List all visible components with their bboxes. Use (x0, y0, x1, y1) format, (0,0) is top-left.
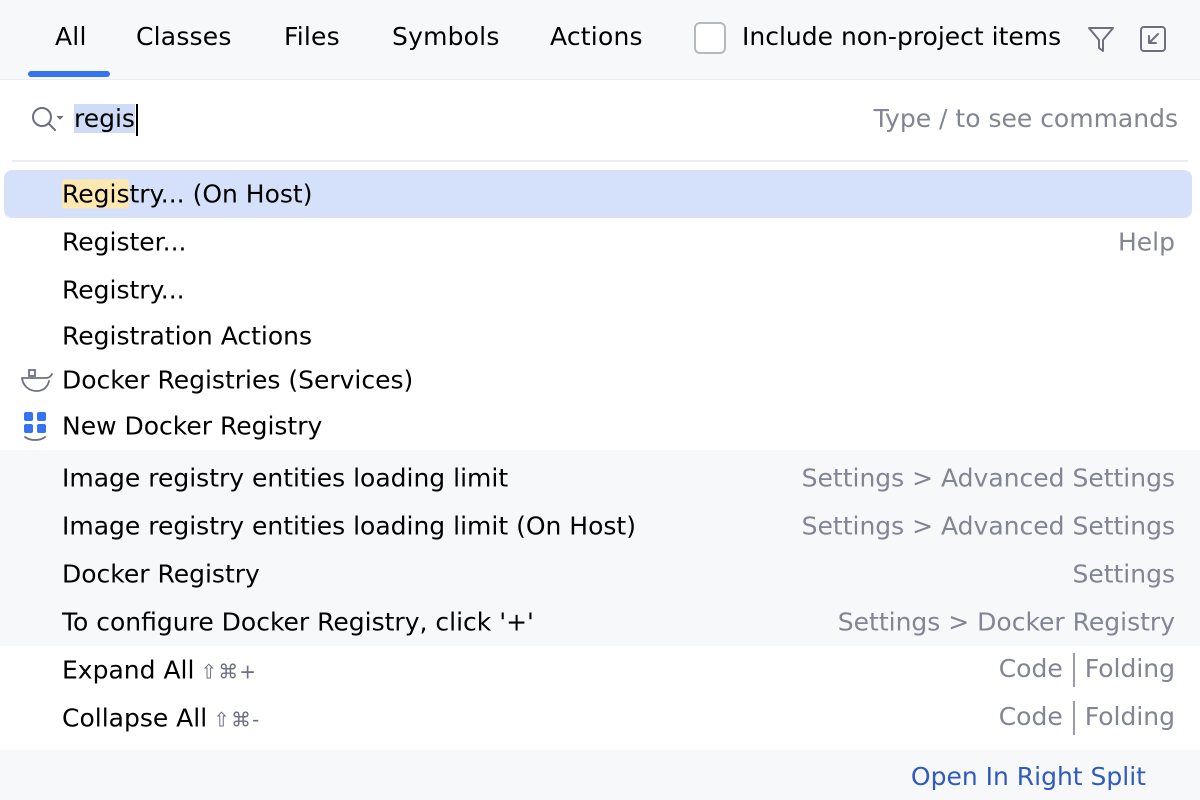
result-category: Help (1118, 227, 1175, 257)
active-tab-indicator (28, 71, 110, 77)
result-label: Registration Actions (62, 321, 313, 351)
search-query-text: regis (74, 104, 135, 133)
list-item[interactable]: Docker Registry Settings (0, 550, 1200, 598)
tab-classes[interactable]: Classes (136, 22, 232, 56)
popup-footer: Open In Right Split (0, 750, 1200, 800)
result-location: Settings > Docker Registry (837, 607, 1175, 637)
result-label: Register... (62, 227, 187, 257)
result-label: New Docker Registry (62, 411, 323, 441)
list-item[interactable]: Register... Help (0, 218, 1200, 266)
result-label: Collapse All ⇧⌘- (62, 703, 261, 733)
result-location: Settings > Advanced Settings (801, 463, 1175, 493)
list-item[interactable]: Registration Actions (0, 314, 1200, 358)
text-caret (135, 104, 138, 136)
result-label: Registry... (On Host) (62, 179, 313, 209)
result-label: Image registry entities loading limit (62, 463, 509, 493)
open-in-right-split-link[interactable]: Open In Right Split (911, 762, 1146, 791)
list-item[interactable]: Collapse All ⇧⌘- Code Folding (0, 694, 1200, 742)
result-location: Code Folding (999, 653, 1175, 687)
tab-actions[interactable]: Actions (550, 22, 643, 56)
result-label: Docker Registry (62, 559, 260, 589)
keyboard-shortcut: ⇧⌘+ (200, 659, 257, 684)
result-label: To configure Docker Registry, click '+' (62, 607, 534, 637)
result-location: Code Folding (999, 701, 1175, 735)
search-hint: Type / to see commands (873, 104, 1178, 133)
tab-all[interactable]: All (55, 22, 87, 56)
separator (1072, 653, 1075, 687)
result-label: Image registry entities loading limit (O… (62, 511, 636, 541)
tab-symbols[interactable]: Symbols (392, 22, 500, 56)
keyboard-shortcut: ⇧⌘- (213, 707, 261, 732)
search-everywhere-tabbar: All Classes Files Symbols Actions Includ… (0, 0, 1200, 80)
separator (1072, 701, 1075, 735)
tab-files[interactable]: Files (284, 22, 340, 56)
result-location: Settings (1072, 559, 1175, 589)
list-item[interactable]: Image registry entities loading limit Se… (0, 454, 1200, 502)
include-non-project-checkbox[interactable] (694, 22, 726, 54)
result-label: Expand All ⇧⌘+ (62, 655, 257, 685)
result-label: Docker Registries (Services) (62, 365, 414, 395)
collapse-window-icon[interactable] (1138, 22, 1168, 56)
new-registry-icon (20, 410, 52, 442)
list-item[interactable]: Expand All ⇧⌘+ Code Folding (0, 646, 1200, 694)
list-item[interactable]: New Docker Registry (0, 402, 1200, 450)
result-location: Settings > Advanced Settings (801, 511, 1175, 541)
result-label: Registry... (62, 275, 185, 305)
include-non-project-label[interactable]: Include non-project items (742, 22, 1061, 51)
results-list: Registry... (On Host) Register... Help R… (0, 170, 1200, 742)
list-item[interactable]: To configure Docker Registry, click '+' … (0, 598, 1200, 646)
filter-icon[interactable] (1086, 22, 1116, 56)
search-row: regis Type / to see commands (12, 80, 1188, 162)
search-input[interactable]: regis (74, 100, 138, 138)
settings-results-group: Image registry entities loading limit Se… (0, 450, 1200, 646)
list-item[interactable]: Registry... (0, 266, 1200, 314)
list-item[interactable]: Image registry entities loading limit (O… (0, 502, 1200, 550)
list-item[interactable]: Registry... (On Host) (0, 170, 1200, 218)
docker-icon (20, 364, 53, 396)
search-icon[interactable] (28, 102, 66, 136)
match-highlight: Regis (62, 179, 130, 209)
list-item[interactable]: Docker Registries (Services) (0, 358, 1200, 402)
